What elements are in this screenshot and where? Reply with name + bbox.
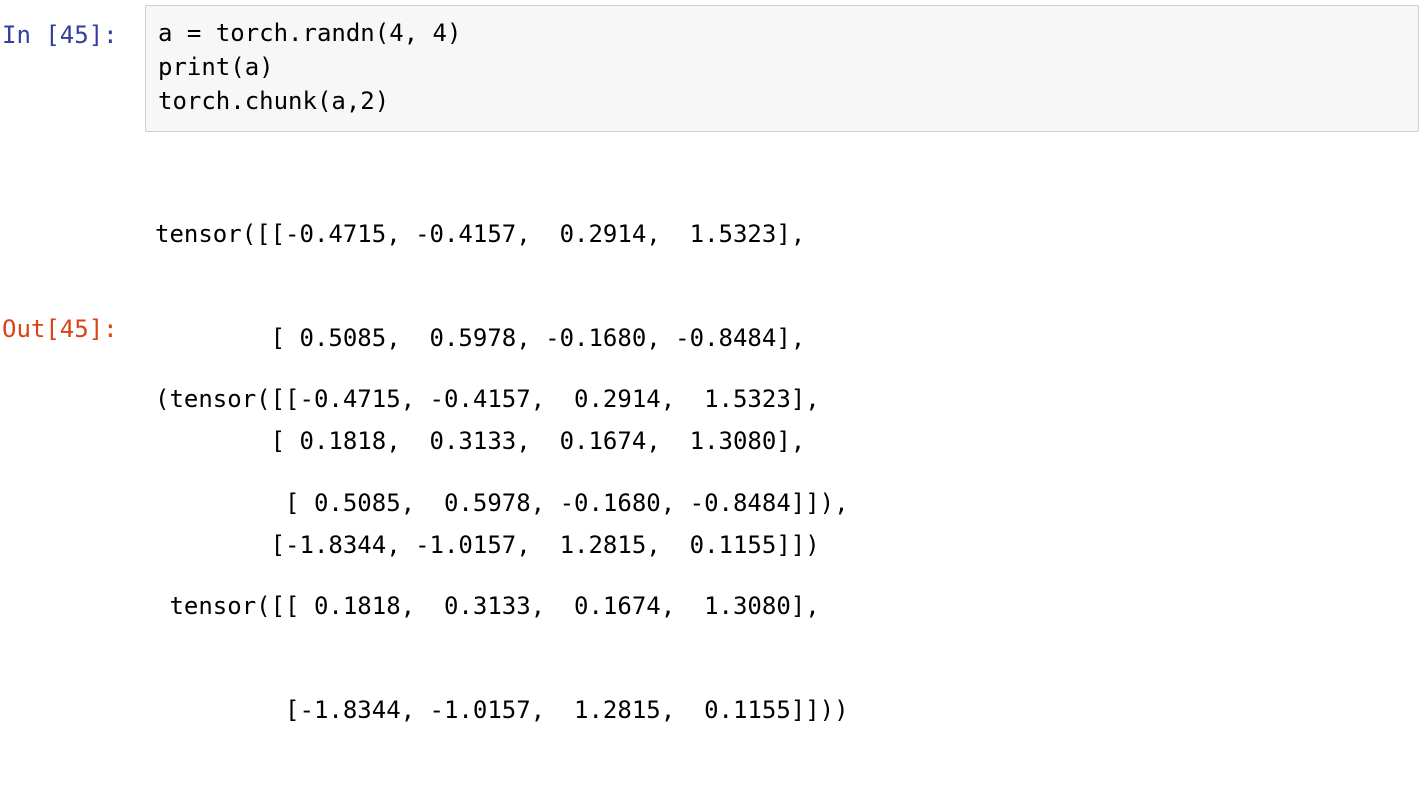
input-prompt: In [45]: [2, 21, 118, 49]
output-prompt: Out[45]: [2, 315, 118, 343]
output-line: [-1.8344, -1.0157, 1.2815, 0.1155]])) [155, 695, 849, 724]
output-line: (tensor([[-0.4715, -0.4157, 0.2914, 1.53… [155, 385, 820, 413]
code-line: a = torch.randn(4, 4) [158, 19, 462, 47]
output-line: tensor([[-0.4715, -0.4157, 0.2914, 1.532… [155, 220, 806, 248]
code-line: print(a) [158, 53, 274, 81]
result-output: (tensor([[-0.4715, -0.4157, 0.2914, 1.53… [155, 313, 849, 796]
code-input-area[interactable]: a = torch.randn(4, 4) print(a) torch.chu… [145, 5, 1419, 132]
output-line: [ 0.5085, 0.5978, -0.1680, -0.8484]]), [155, 488, 849, 517]
output-line: tensor([[ 0.1818, 0.3133, 0.1674, 1.3080… [155, 592, 820, 620]
code-line: torch.chunk(a,2) [158, 87, 390, 115]
